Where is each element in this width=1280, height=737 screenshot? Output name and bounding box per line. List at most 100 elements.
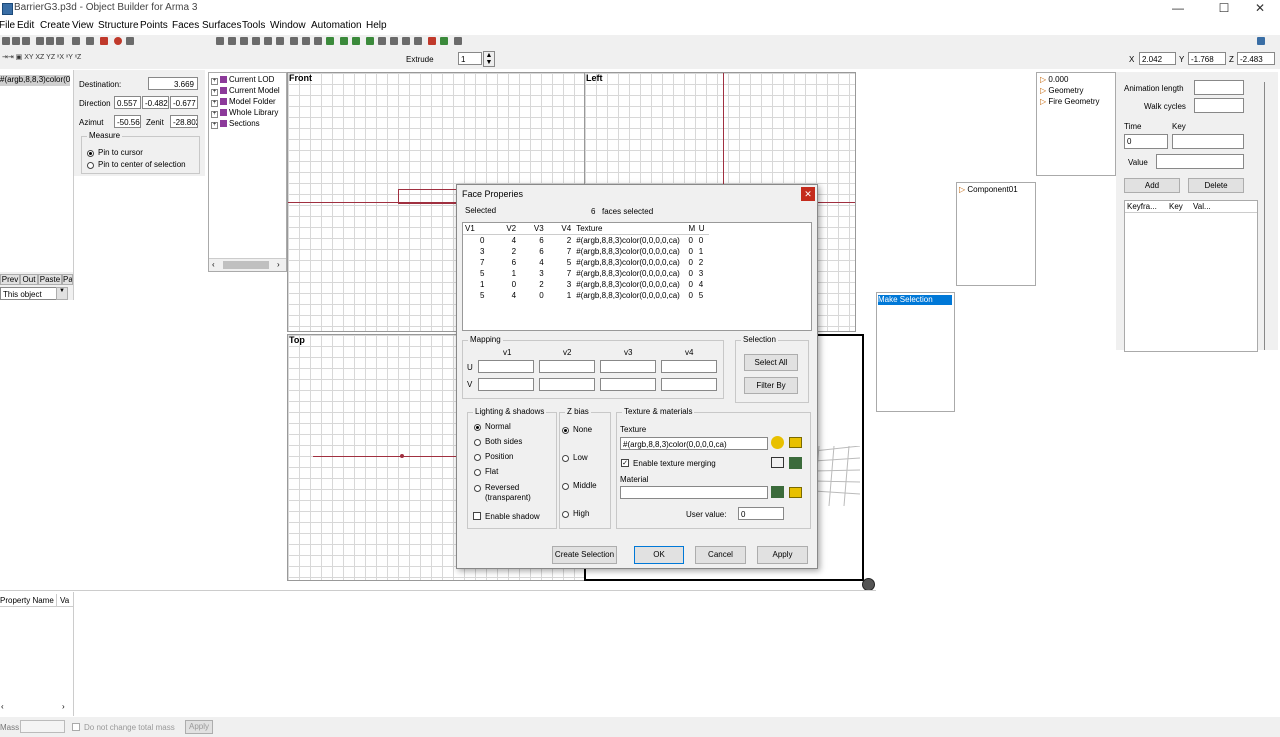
- mapping-u-v4[interactable]: [661, 360, 717, 373]
- menu-tools[interactable]: Tools: [242, 20, 265, 31]
- mapping-v-v2[interactable]: [539, 378, 595, 391]
- selection-list-item[interactable]: #(argb,8,8,3)color(0: [0, 75, 70, 86]
- new-file-icon[interactable]: [2, 37, 10, 45]
- scale-icon[interactable]: [252, 37, 260, 45]
- property-value-header[interactable]: Va: [60, 596, 69, 605]
- col-v1[interactable]: V1: [463, 223, 487, 235]
- texture-merging-checkbox[interactable]: ✓: [621, 459, 629, 467]
- animation-scrollbar[interactable]: [1264, 82, 1273, 350]
- menu-automation[interactable]: Automation: [311, 20, 362, 31]
- chevron-right-icon[interactable]: ›: [62, 702, 65, 711]
- col-texture[interactable]: Texture: [574, 223, 688, 235]
- mapping-u-v1[interactable]: [478, 360, 534, 373]
- walk-cycles-input[interactable]: [1194, 98, 1244, 113]
- enable-shadow-checkbox[interactable]: [473, 512, 481, 520]
- destination-value[interactable]: 3.669: [148, 77, 198, 90]
- material-input[interactable]: [620, 486, 768, 499]
- redo-icon[interactable]: [86, 37, 94, 45]
- copy-icon[interactable]: [46, 37, 54, 45]
- direction-y[interactable]: -0.482: [142, 96, 169, 109]
- select-all-button[interactable]: Select All: [744, 354, 798, 371]
- scroll-thumb[interactable]: [223, 261, 269, 269]
- color-tool2-icon[interactable]: [440, 37, 448, 45]
- mapping-v-v4[interactable]: [661, 378, 717, 391]
- pin-cursor-radio[interactable]: [87, 150, 94, 157]
- expand-icon[interactable]: +: [211, 100, 218, 107]
- col-m[interactable]: M: [689, 223, 699, 235]
- zbias-high-radio[interactable]: [562, 511, 569, 518]
- record-icon[interactable]: [114, 37, 122, 45]
- open-file-icon[interactable]: [12, 37, 20, 45]
- time-input[interactable]: 0: [1124, 134, 1168, 149]
- undo-icon[interactable]: [72, 37, 80, 45]
- save-icon[interactable]: [22, 37, 30, 45]
- lighting-normal-radio[interactable]: [474, 424, 481, 431]
- col-v4[interactable]: V4: [547, 223, 575, 235]
- menu-help[interactable]: Help: [366, 20, 387, 31]
- lod-item-fire-geometry[interactable]: ▷ Fire Geometry: [1040, 97, 1100, 106]
- col-v3[interactable]: V3: [519, 223, 547, 235]
- material-edit-icon[interactable]: [771, 486, 784, 498]
- panel-icon[interactable]: [1257, 37, 1265, 45]
- mapping-u-v3[interactable]: [600, 360, 656, 373]
- maximize-button[interactable]: ☐: [1209, 1, 1239, 15]
- paste-button[interactable]: Paste: [38, 274, 62, 285]
- extrude-input[interactable]: 1: [458, 52, 482, 65]
- create-selection-button[interactable]: Create Selection: [552, 546, 617, 564]
- lighting-position-radio[interactable]: [474, 454, 481, 461]
- scope-select[interactable]: This object: [0, 287, 58, 300]
- x-coord-input[interactable]: 2.042: [1139, 52, 1176, 65]
- apply-button[interactable]: Apply: [757, 546, 808, 564]
- col-v2[interactable]: V2: [487, 223, 519, 235]
- expand-icon[interactable]: +: [211, 122, 218, 129]
- menu-edit[interactable]: Edit: [17, 20, 34, 31]
- texture-input[interactable]: #(argb,8,8,3)color(0,0,0,0,ca): [620, 437, 768, 450]
- tool2-icon[interactable]: [390, 37, 398, 45]
- menu-points[interactable]: Points: [140, 20, 168, 31]
- tool3-icon[interactable]: [402, 37, 410, 45]
- menu-view[interactable]: View: [72, 20, 94, 31]
- y-coord-input[interactable]: -1.768: [1188, 52, 1226, 65]
- mass-apply-button[interactable]: Apply: [185, 720, 213, 734]
- col-u[interactable]: U: [699, 223, 709, 235]
- table-row[interactable]: 1 0 2 3 #(argb,8,8,3)color(0,0,0,0,ca) 0…: [463, 279, 709, 290]
- move-icon[interactable]: [228, 37, 236, 45]
- texture-browse-icon[interactable]: [771, 436, 784, 449]
- menu-window[interactable]: Window: [270, 20, 306, 31]
- mapping-u-v2[interactable]: [539, 360, 595, 373]
- table-row[interactable]: 5 4 0 1 #(argb,8,8,3)color(0,0,0,0,ca) 0…: [463, 290, 709, 301]
- minimize-button[interactable]: —: [1163, 1, 1193, 15]
- tree-hscrollbar[interactable]: ‹ ›: [209, 258, 286, 271]
- texture-edit-icon[interactable]: [789, 457, 802, 469]
- pa-button[interactable]: Pa: [62, 274, 73, 285]
- tool5-icon[interactable]: [454, 37, 462, 45]
- z-coord-input[interactable]: -2.483: [1237, 52, 1275, 65]
- out-button[interactable]: Out: [20, 274, 38, 285]
- face-icon[interactable]: [302, 37, 310, 45]
- add-key-button[interactable]: Add: [1124, 178, 1180, 193]
- zbias-none-radio[interactable]: [562, 427, 569, 434]
- expand-icon[interactable]: +: [211, 111, 218, 118]
- key-col-header[interactable]: Key: [1169, 202, 1183, 211]
- tree-item-current-lod[interactable]: + Current LOD: [211, 75, 274, 85]
- menu-structure[interactable]: Structure: [98, 20, 139, 31]
- green-tool-icon[interactable]: [326, 37, 334, 45]
- tree-item-model-folder[interactable]: + Model Folder: [211, 97, 276, 107]
- direction-z[interactable]: -0.677: [170, 96, 198, 109]
- tool-icon[interactable]: [378, 37, 386, 45]
- val-col-header[interactable]: Val...: [1193, 202, 1211, 211]
- menu-create[interactable]: Create: [40, 20, 70, 31]
- value-input[interactable]: [1156, 154, 1244, 169]
- menu-surfaces[interactable]: Surfaces: [202, 20, 241, 31]
- tree-item-sections[interactable]: + Sections: [211, 119, 260, 129]
- mapping-v-v3[interactable]: [600, 378, 656, 391]
- chevron-down-icon[interactable]: ▼: [56, 287, 68, 300]
- user-value-input[interactable]: 0: [738, 507, 784, 520]
- tree-item-current-model[interactable]: + Current Model: [211, 86, 280, 96]
- texture-copy-icon[interactable]: [771, 457, 784, 468]
- chevron-right-icon[interactable]: ›: [277, 260, 280, 269]
- menu-faces[interactable]: Faces: [172, 20, 199, 31]
- axis-buttons[interactable]: ⇥⇥ ▣ XY XZ YZ ˣX ˣY ˣZ: [2, 53, 81, 61]
- pin-center-radio[interactable]: [87, 162, 94, 169]
- lighting-both-sides-radio[interactable]: [474, 439, 481, 446]
